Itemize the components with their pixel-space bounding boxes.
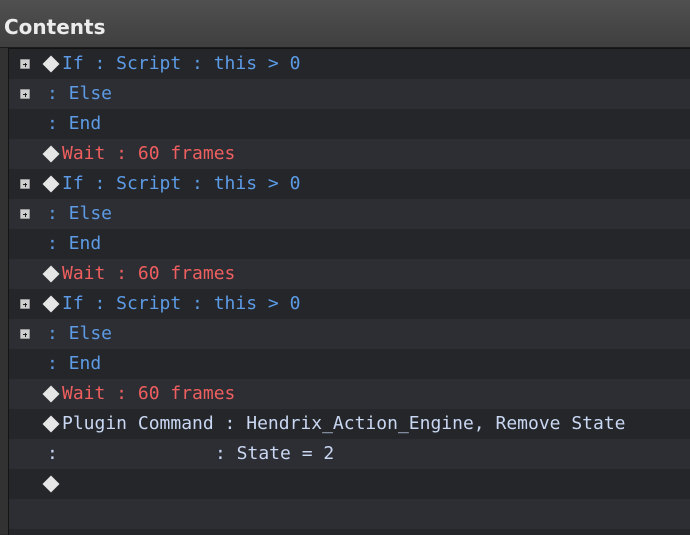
contents-panel: Contents If : Script : this > 0 : Else :… xyxy=(0,0,690,535)
command-diamond-icon xyxy=(42,265,60,283)
command-row-wait[interactable]: Wait : 60 frames xyxy=(9,259,690,289)
command-diamond-icon xyxy=(42,295,60,313)
expand-icon[interactable] xyxy=(20,89,30,99)
expand-icon[interactable] xyxy=(20,299,30,309)
command-diamond-icon xyxy=(42,145,60,163)
list-filler-row xyxy=(9,499,690,529)
expand-icon[interactable] xyxy=(20,59,30,69)
command-row-wait[interactable]: Wait : 60 frames xyxy=(9,379,690,409)
expand-icon[interactable] xyxy=(20,179,30,189)
expand-icon[interactable] xyxy=(20,329,30,339)
command-text: : Else xyxy=(47,83,113,104)
command-row-empty[interactable] xyxy=(9,469,690,499)
command-row-if[interactable]: If : Script : this > 0 xyxy=(9,49,690,79)
command-text: : State = 2 xyxy=(215,443,335,464)
command-text: If : Script : this > 0 xyxy=(62,53,301,74)
command-row-if[interactable]: If : Script : this > 0 xyxy=(9,169,690,199)
command-text: : End xyxy=(47,353,102,374)
command-diamond-icon xyxy=(42,415,60,433)
command-row-else[interactable]: : Else xyxy=(9,79,690,109)
expand-icon[interactable] xyxy=(20,209,30,219)
event-command-list[interactable]: If : Script : this > 0 : Else : End Wait… xyxy=(8,48,690,535)
command-row-else[interactable]: : Else xyxy=(9,199,690,229)
command-text: If : Script : this > 0 xyxy=(62,293,301,314)
command-text: Wait : 60 frames xyxy=(62,263,236,284)
command-text: If : Script : this > 0 xyxy=(62,173,301,194)
continuation-colon: : xyxy=(47,443,58,464)
command-diamond-icon xyxy=(42,475,60,493)
command-row-if[interactable]: If : Script : this > 0 xyxy=(9,289,690,319)
command-text: Plugin Command : Hendrix_Action_Engine, … xyxy=(62,413,626,434)
command-text: : End xyxy=(47,233,102,254)
command-row-wait[interactable]: Wait : 60 frames xyxy=(9,139,690,169)
command-text: : Else xyxy=(47,203,113,224)
command-row-else[interactable]: : Else xyxy=(9,319,690,349)
command-diamond-icon xyxy=(42,175,60,193)
command-diamond-icon xyxy=(42,55,60,73)
command-text: : End xyxy=(47,113,102,134)
command-text: : Else xyxy=(47,323,113,344)
command-row-end[interactable]: : End xyxy=(9,229,690,259)
panel-header: Contents xyxy=(0,0,690,48)
command-text: Wait : 60 frames xyxy=(62,383,236,404)
command-row-plugin[interactable]: Plugin Command : Hendrix_Action_Engine, … xyxy=(9,409,690,439)
panel-title: Contents xyxy=(4,15,106,39)
command-row-continuation[interactable]: : : State = 2 xyxy=(9,439,690,469)
command-diamond-icon xyxy=(42,385,60,403)
command-text: Wait : 60 frames xyxy=(62,143,236,164)
command-row-end[interactable]: : End xyxy=(9,109,690,139)
command-row-end[interactable]: : End xyxy=(9,349,690,379)
